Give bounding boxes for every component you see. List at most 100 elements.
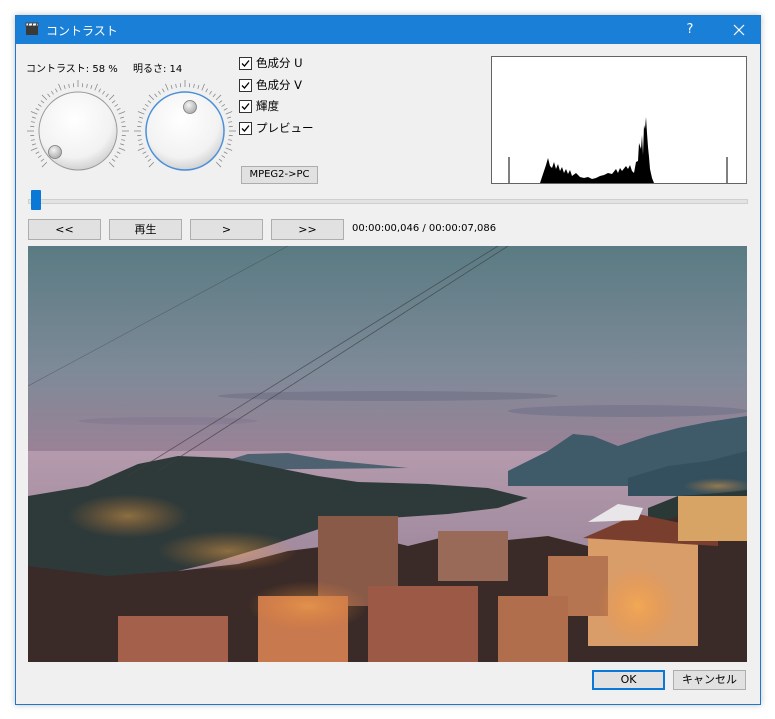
knob-tick: [63, 84, 66, 90]
knob-tick: [55, 88, 58, 93]
knob-tick: [31, 116, 37, 119]
checkbox-box[interactable]: [239, 121, 252, 135]
knob-tick: [142, 108, 147, 111]
knob-tick: [209, 90, 212, 95]
knob-tick: [37, 155, 42, 158]
video-preview: [28, 246, 747, 662]
knob-tick: [58, 83, 62, 91]
checkbox-label: 色成分 U: [256, 56, 303, 70]
checkbox-luma[interactable]: 輝度: [239, 98, 279, 114]
knob-tick: [98, 88, 101, 93]
fast-forward-button[interactable]: >>: [271, 219, 344, 240]
knob-tick: [154, 93, 158, 98]
checkbox-box[interactable]: [239, 78, 252, 92]
close-button[interactable]: [721, 16, 757, 44]
knob-tick: [225, 111, 233, 115]
knob-tick: [215, 94, 222, 101]
checkbox-label: 色成分 V: [256, 78, 303, 92]
knob-tick: [102, 90, 105, 95]
knob-tick: [30, 111, 38, 115]
knob-tick: [118, 147, 126, 151]
knob-tick: [121, 139, 126, 141]
timecode: 00:00:00,046 / 00:00:07,086: [352, 223, 497, 234]
mpeg2-pc-button[interactable]: MPEG2->PC: [241, 166, 318, 184]
knob-tick: [205, 88, 208, 93]
knob-tick: [51, 90, 54, 95]
knob-tick: [201, 83, 205, 91]
knob-tick: [41, 94, 48, 101]
seek-slider-track[interactable]: [28, 199, 748, 204]
knob-tick: [226, 116, 232, 119]
knob-tick: [40, 100, 45, 104]
title-bar[interactable]: コントラスト ?: [16, 16, 760, 44]
seek-slider-thumb[interactable]: [31, 190, 42, 210]
knob-tick: [138, 116, 144, 119]
app-icon: [25, 22, 39, 35]
knob-tick: [223, 151, 228, 154]
knob-tick: [147, 158, 152, 162]
contrast-knob[interactable]: [26, 79, 130, 183]
brightness-knob[interactable]: [133, 79, 237, 183]
cancel-button[interactable]: キャンセル: [673, 670, 746, 690]
ok-button[interactable]: OK: [592, 670, 665, 690]
checkbox-chroma-u[interactable]: 色成分 U: [239, 55, 303, 71]
knob-tick: [228, 139, 233, 141]
knob-tick: [116, 151, 121, 154]
rewind-button[interactable]: <<: [28, 219, 101, 240]
checkbox-label: プレビュー: [256, 121, 314, 135]
knob-tick: [142, 151, 147, 154]
knob-tick: [114, 155, 119, 158]
knob-tick: [148, 161, 155, 168]
checkbox-chroma-v[interactable]: 色成分 V: [239, 77, 302, 93]
knob-tick: [68, 83, 70, 88]
knob-tick: [175, 83, 177, 88]
knob-tick: [37, 104, 42, 107]
knob-tick: [30, 147, 38, 151]
knob-tick: [108, 94, 115, 101]
knob-tick: [148, 94, 155, 101]
knob-tick: [193, 83, 195, 88]
knob-tick: [118, 111, 126, 115]
play-button[interactable]: 再生: [109, 219, 182, 240]
knob-tick: [147, 100, 152, 104]
window-title: コントラスト: [46, 24, 118, 38]
checkbox-preview[interactable]: プレビュー: [239, 120, 314, 136]
knob-tick: [30, 139, 35, 141]
knob-tick: [137, 111, 145, 115]
knob-tick: [223, 108, 228, 111]
knob-tick: [116, 108, 121, 111]
histogram-graph: [508, 117, 728, 183]
knob-tick: [35, 151, 40, 154]
knob-tick: [218, 100, 223, 104]
contrast-label: コントラスト: 58 %: [26, 64, 118, 75]
knob-tick: [90, 84, 93, 90]
knob-tick: [47, 93, 51, 98]
knob-tick: [137, 139, 142, 141]
knob-tick: [119, 116, 125, 119]
knob-tick: [108, 161, 115, 168]
knob-tick: [40, 158, 45, 162]
knob-tick: [221, 155, 226, 158]
knob-tick: [31, 143, 37, 146]
histogram: [491, 56, 747, 184]
knob-tick: [165, 83, 169, 91]
knob-tick: [114, 104, 119, 107]
checkbox-box[interactable]: [239, 56, 252, 70]
knob-tick: [158, 90, 161, 95]
knob-tick: [137, 121, 142, 123]
help-button[interactable]: ?: [676, 16, 704, 44]
knob-tick: [138, 143, 144, 146]
knob-tick: [170, 84, 173, 90]
contrast-dialog: コントラスト ? コントラスト: 58 % 明るさ: 14 色成分 U 色成分 …: [15, 15, 761, 705]
knob-tick: [94, 83, 98, 91]
checkbox-box[interactable]: [239, 99, 252, 113]
knob-tick: [119, 143, 125, 146]
next-frame-button[interactable]: >: [190, 219, 263, 240]
check-icon: [241, 59, 250, 67]
knob-tick: [86, 83, 88, 88]
check-icon: [241, 102, 250, 110]
knob-tick: [212, 93, 216, 98]
knob-tick: [111, 100, 116, 104]
knob-tick: [221, 104, 226, 107]
knob-tick: [137, 147, 145, 151]
